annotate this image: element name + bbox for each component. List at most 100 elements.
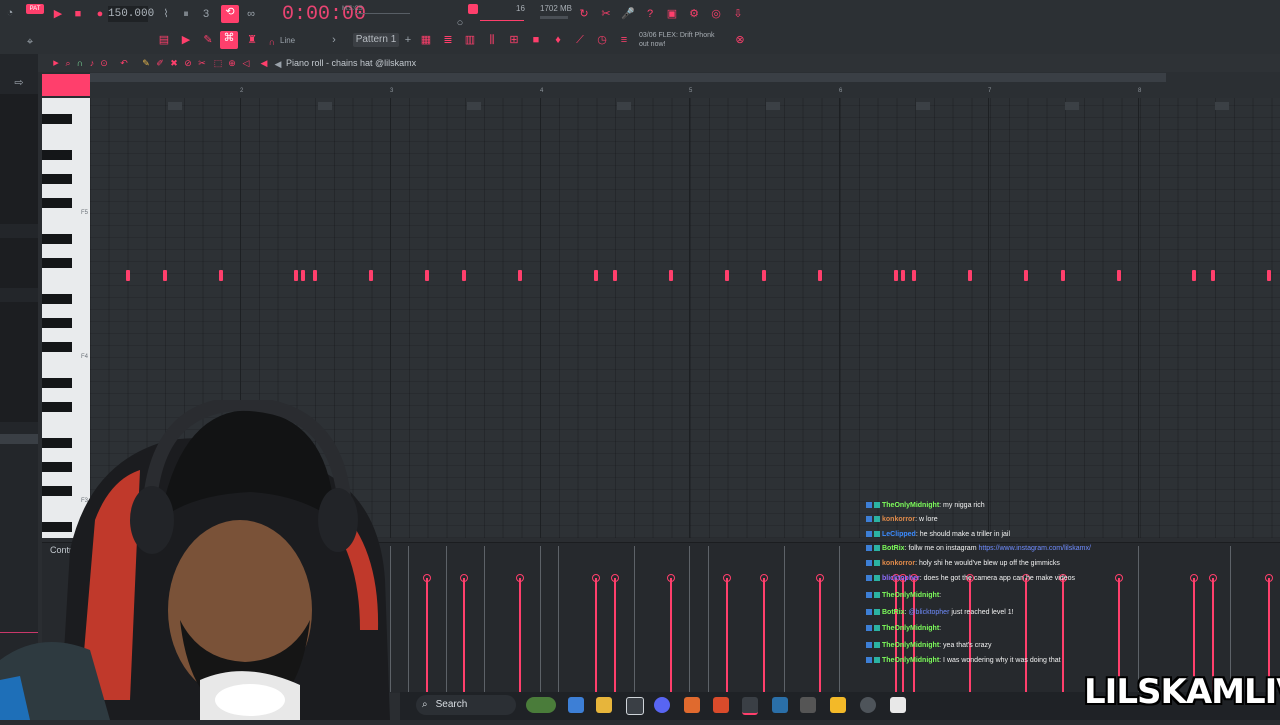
horizontal-scrollbar[interactable] — [90, 73, 1166, 82]
note[interactable] — [294, 270, 298, 281]
chat-username[interactable]: TheOnlyMidnight — [882, 592, 939, 599]
pr-slice-icon[interactable]: ✂ — [194, 56, 210, 70]
draw-icon[interactable]: ✎ — [200, 33, 216, 47]
microphone-icon[interactable]: 🎤 — [620, 7, 636, 21]
playlist-window-icon[interactable]: ▦ — [418, 33, 434, 47]
fl-logo-icon[interactable]: ◔ — [2, 6, 18, 20]
stop-icon[interactable]: ■ — [70, 7, 86, 21]
velocity-handle[interactable] — [460, 574, 468, 582]
wait-icon[interactable]: ⏸ — [178, 7, 194, 21]
channel-rack-icon[interactable]: ▥ — [462, 33, 478, 47]
obs-icon[interactable] — [742, 697, 758, 715]
link-icon[interactable]: ⌘ — [220, 31, 238, 49]
chat-mention[interactable]: @blicktopher — [908, 609, 949, 616]
fl-studio-icon[interactable] — [684, 697, 700, 713]
note[interactable] — [1024, 270, 1028, 281]
chat-username[interactable]: LeClipped — [882, 531, 916, 538]
chat-username[interactable]: TheOnlyMidnight — [882, 502, 939, 509]
velocity-bar[interactable] — [763, 578, 765, 692]
note[interactable] — [818, 270, 822, 281]
velocity-handle[interactable] — [667, 574, 675, 582]
note[interactable] — [968, 270, 972, 281]
note[interactable] — [901, 270, 905, 281]
mixer-icon[interactable]: ⫼ — [484, 33, 500, 47]
forward-icon[interactable]: ▶ — [178, 33, 194, 47]
download-icon[interactable]: ⇩ — [730, 7, 746, 21]
tempo-display[interactable]: 150.000 — [108, 6, 154, 22]
refresh-icon[interactable]: ↻ — [576, 7, 592, 21]
master-pitch-slider[interactable] — [480, 20, 524, 21]
countdown-icon[interactable]: 3 — [198, 7, 214, 21]
touch-icon[interactable]: ♦ — [550, 33, 566, 47]
velocity-bar[interactable] — [819, 578, 821, 692]
steam-icon[interactable] — [772, 697, 788, 713]
note[interactable] — [1117, 270, 1121, 281]
velocity-bar[interactable] — [614, 578, 616, 692]
file-explorer-icon[interactable] — [596, 697, 612, 713]
playlist-icon[interactable]: ▤ — [156, 33, 172, 47]
note[interactable] — [594, 270, 598, 281]
note[interactable] — [313, 270, 317, 281]
chat-username[interactable]: blicktopher — [882, 575, 920, 582]
help-icon[interactable]: ? — [642, 7, 658, 21]
black-key[interactable] — [42, 198, 72, 208]
note[interactable] — [725, 270, 729, 281]
plugin-database-icon[interactable]: ■ — [528, 33, 544, 47]
app-icon[interactable] — [800, 697, 816, 713]
note[interactable] — [126, 270, 130, 281]
chat-username[interactable]: BotRix — [882, 545, 905, 552]
velocity-handle[interactable] — [816, 574, 824, 582]
note[interactable] — [762, 270, 766, 281]
cut-icon[interactable]: ✂ — [598, 7, 614, 21]
pr-playback-icon[interactable]: ◁ — [238, 56, 254, 70]
stamp-icon[interactable]: ♜ — [244, 33, 260, 47]
pat-song-toggle[interactable]: PAT — [26, 4, 44, 14]
brave-icon[interactable] — [713, 697, 729, 713]
pitch-icon[interactable]: ○ — [452, 16, 468, 30]
loop-record-icon[interactable]: ⟲ — [221, 5, 239, 23]
black-key[interactable] — [42, 294, 72, 304]
magnet-icon[interactable]: ∩ — [264, 35, 280, 49]
note[interactable] — [219, 270, 223, 281]
pr-chord-icon[interactable]: ⊙ — [96, 56, 112, 70]
note[interactable] — [518, 270, 522, 281]
plugin-icon[interactable]: ⚙ — [686, 7, 702, 21]
velocity-handle[interactable] — [592, 574, 600, 582]
note[interactable] — [1192, 270, 1196, 281]
velocity-bar[interactable] — [426, 578, 428, 692]
chat-username[interactable]: konkorror — [882, 516, 915, 523]
note[interactable] — [669, 270, 673, 281]
record-icon[interactable]: ● — [92, 7, 108, 21]
browser-icon[interactable]: ⊞ — [506, 33, 522, 47]
note[interactable] — [1267, 270, 1271, 281]
note[interactable] — [425, 270, 429, 281]
note[interactable] — [912, 270, 916, 281]
snap-select[interactable]: Line — [280, 36, 295, 45]
song-position-slider[interactable] — [356, 13, 410, 14]
black-key[interactable] — [42, 342, 72, 352]
chat-username[interactable]: TheOnlyMidnight — [882, 642, 939, 649]
chat-username[interactable]: BotRix — [882, 609, 905, 616]
velocity-handle[interactable] — [516, 574, 524, 582]
note[interactable] — [1211, 270, 1215, 281]
velocity-handle[interactable] — [760, 574, 768, 582]
pattern-add-icon[interactable]: + — [400, 33, 416, 47]
note[interactable] — [894, 270, 898, 281]
black-key[interactable] — [42, 174, 72, 184]
news-close-icon[interactable]: ⊗ — [732, 33, 748, 47]
pointer-icon[interactable]: ⌖ — [22, 35, 38, 49]
master-volume-icon[interactable] — [468, 4, 478, 14]
capcut-icon[interactable] — [890, 697, 906, 713]
note[interactable] — [613, 270, 617, 281]
velocity-handle[interactable] — [723, 574, 731, 582]
store-icon[interactable] — [626, 697, 644, 715]
velocity-bar[interactable] — [726, 578, 728, 692]
velocity-bar[interactable] — [519, 578, 521, 692]
save-icon[interactable]: ▣ — [664, 7, 680, 21]
pr-undo-icon[interactable]: ↶ — [116, 56, 132, 70]
black-key[interactable] — [42, 114, 72, 124]
black-key[interactable] — [42, 378, 72, 388]
clock-icon[interactable]: ◷ — [594, 33, 610, 47]
chat-link[interactable]: https://www.instagram.com/lilskamx/ — [978, 545, 1090, 552]
folder-icon[interactable] — [830, 697, 846, 713]
